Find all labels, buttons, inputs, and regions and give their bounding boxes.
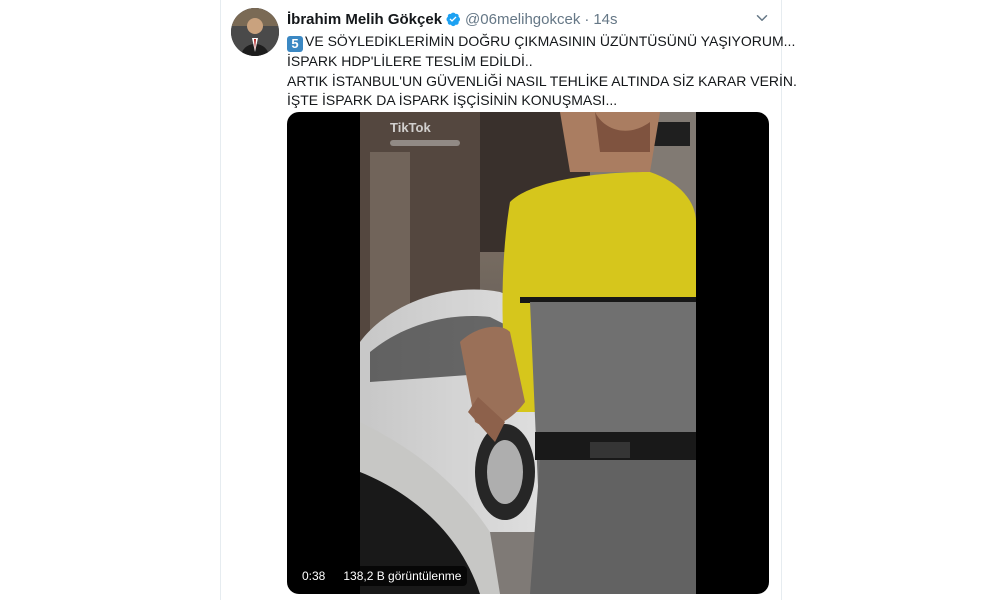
tweet-text-line-2: İSPARK HDP'LİLERE TESLİM EDİLDİ.. xyxy=(287,53,533,69)
video-duration: 0:38 xyxy=(296,566,332,586)
author-handle[interactable]: @06melihgokcek xyxy=(465,11,580,28)
avatar-image xyxy=(231,8,279,56)
tiktok-logo-icon: TikTok xyxy=(390,120,431,135)
tweet-text-line-1-content: VE SÖYLEDİKLERİMİN DOĞRU ÇIKMASININ ÜZÜN… xyxy=(305,33,796,49)
tweet-card[interactable]: İbrahim Melih Gökçek @06melihgokcek · 14… xyxy=(220,0,797,600)
separator-dot: · xyxy=(584,10,590,28)
tweet-text-line-4: İŞTE İSPARK DA İSPARK İŞÇİSİNİN KONUŞMAS… xyxy=(287,92,618,108)
video-player[interactable]: TikTok 0:38 138,2 B görüntülenme xyxy=(287,112,769,594)
video-overlay: 0:38 138,2 B görüntülenme xyxy=(296,566,468,586)
tweet-text-line-3: ARTIK İSTANBUL'UN GÜVENLİĞİ NASIL TEHLİK… xyxy=(287,72,797,89)
tiktok-username-watermark xyxy=(390,140,460,146)
verified-badge-icon xyxy=(445,11,461,27)
video-frame: TikTok xyxy=(360,112,696,594)
chevron-down-icon[interactable] xyxy=(753,9,771,27)
keycap-five-emoji: 5 xyxy=(287,36,303,52)
author-name[interactable]: İbrahim Melih Gökçek xyxy=(287,11,442,28)
tweet-header: İbrahim Melih Gökçek @06melihgokcek · 14… xyxy=(287,9,771,29)
tweet-text: 5 VE SÖYLEDİKLERİMİN DOĞRU ÇIKMASININ ÜZÜ… xyxy=(287,32,797,111)
author-avatar[interactable] xyxy=(231,8,279,56)
tweet-timestamp[interactable]: 14s xyxy=(593,11,617,28)
tweet-text-line-1: 5 VE SÖYLEDİKLERİMİN DOĞRU ÇIKMASININ ÜZÜ… xyxy=(287,32,795,52)
video-view-count: 138,2 B görüntülenme xyxy=(337,566,468,586)
video-still-image xyxy=(360,112,696,594)
